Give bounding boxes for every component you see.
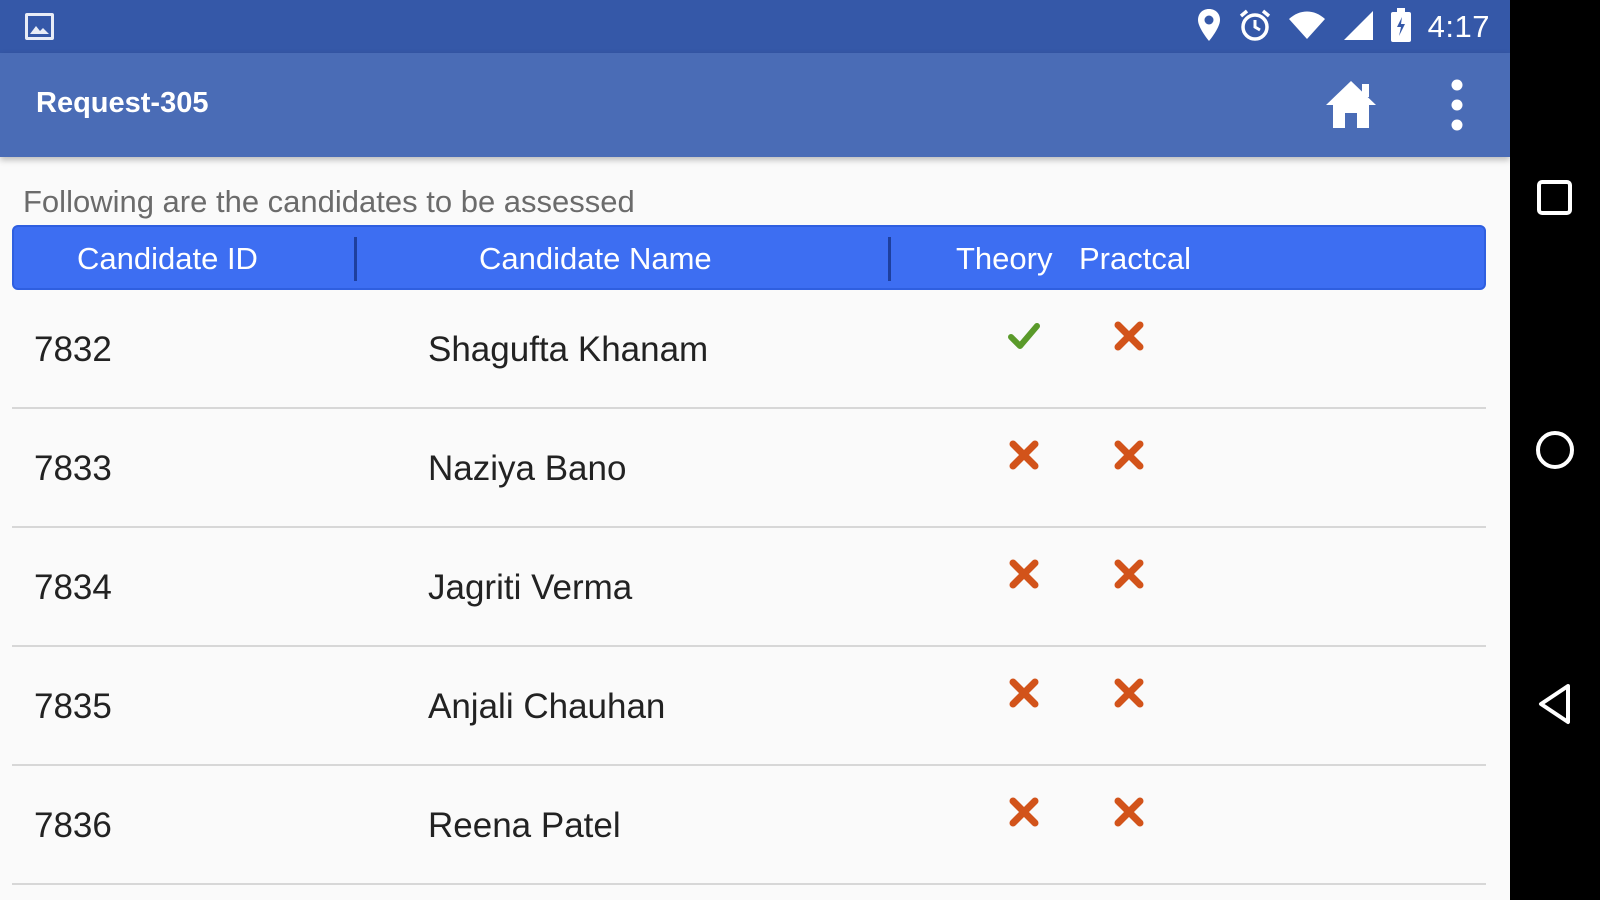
home-button[interactable]	[1324, 78, 1378, 130]
battery-charging-icon	[1390, 7, 1412, 47]
practical-cross-icon	[1113, 796, 1145, 828]
candidate-id: 7835	[34, 687, 112, 726]
theory-cross-icon	[1008, 558, 1040, 590]
signal-icon	[1342, 9, 1374, 46]
candidate-id: 7833	[34, 449, 112, 488]
status-bar: 4:17	[0, 0, 1510, 53]
status-time: 4:17	[1427, 9, 1490, 44]
header-divider	[354, 237, 357, 281]
candidate-name: Jagriti Verma	[428, 568, 633, 607]
candidate-name: Anjali Chauhan	[428, 687, 666, 726]
home-circle-icon	[1536, 431, 1574, 469]
status-icons: 4:17	[1196, 7, 1490, 47]
recents-button[interactable]	[1535, 176, 1575, 220]
page-title: Request-305	[36, 87, 209, 119]
candidate-id: 7836	[34, 806, 112, 845]
header-theory: Theory	[956, 241, 1053, 276]
home-nav-button[interactable]	[1535, 428, 1575, 472]
app-bar: Request-305	[0, 53, 1510, 157]
header-practical: Practcal	[1079, 241, 1191, 276]
back-icon	[1539, 684, 1570, 724]
recents-icon	[1537, 180, 1572, 215]
practical-cross-icon	[1113, 558, 1145, 590]
candidate-id: 7832	[34, 330, 112, 369]
practical-cross-icon	[1113, 439, 1145, 471]
theory-cross-icon	[1008, 439, 1040, 471]
table-header: Candidate ID Candidate Name Theory Pract…	[12, 225, 1486, 290]
navigation-bar	[1510, 0, 1600, 900]
app-screen: 4:17 Request-305 Following are the candi…	[0, 0, 1510, 900]
back-button[interactable]	[1535, 682, 1575, 726]
header-candidate-id: Candidate ID	[77, 241, 258, 276]
table-row[interactable]: 7836 Reena Patel	[12, 766, 1486, 885]
practical-cross-icon	[1113, 677, 1145, 709]
table-row[interactable]: 7833 Naziya Bano	[12, 409, 1486, 528]
candidate-name: Shagufta Khanam	[428, 330, 709, 369]
header-candidate-name: Candidate Name	[479, 241, 712, 276]
alarm-icon	[1238, 8, 1272, 47]
location-icon	[1196, 8, 1222, 47]
header-divider	[888, 237, 891, 281]
theory-cross-icon	[1008, 677, 1040, 709]
candidate-name: Naziya Bano	[428, 449, 627, 488]
home-icon	[1326, 81, 1376, 128]
table-row[interactable]: 7835 Anjali Chauhan	[12, 647, 1486, 766]
more-vert-icon	[1451, 79, 1463, 131]
candidate-name: Reena Patel	[428, 806, 621, 845]
table-row[interactable]: 7832 Shagufta Khanam	[12, 290, 1486, 409]
gallery-icon	[25, 13, 54, 40]
theory-cross-icon	[1008, 796, 1040, 828]
candidate-id: 7834	[34, 568, 112, 607]
table-row[interactable]: 7834 Jagriti Verma	[12, 528, 1486, 647]
theory-check-icon	[1008, 320, 1040, 352]
practical-cross-icon	[1113, 320, 1145, 352]
wifi-icon	[1288, 10, 1326, 45]
instructions-text: Following are the candidates to be asses…	[23, 184, 635, 219]
more-options-button[interactable]	[1440, 77, 1474, 133]
